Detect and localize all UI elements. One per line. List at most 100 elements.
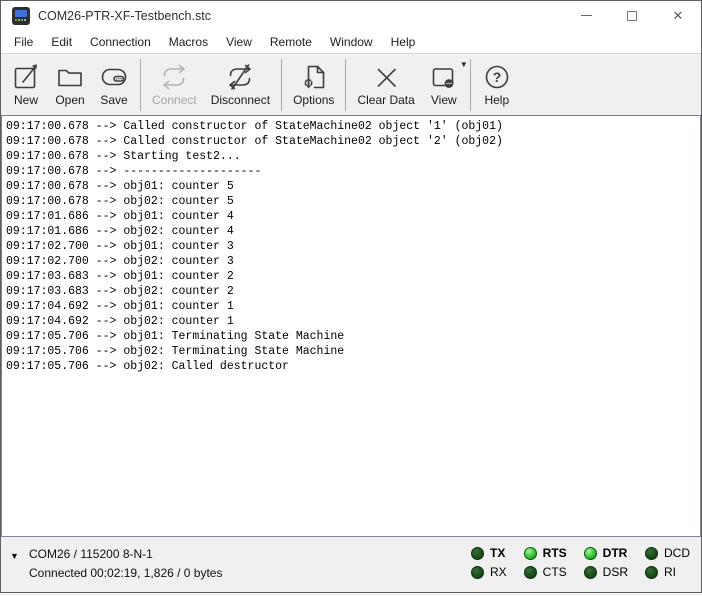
view-button[interactable]: ▼ View: [422, 56, 466, 114]
tx-led-label: TX: [490, 546, 505, 560]
toolbar-separator: [470, 59, 471, 111]
view-window-icon: [429, 62, 459, 92]
title-bar: COM26-PTR-XF-Testbench.stc ✕: [1, 1, 701, 30]
rx-led-label: RX: [490, 565, 507, 579]
toolbar-separator: [281, 59, 282, 111]
connect-button-label: Connect: [152, 93, 197, 107]
open-folder-icon: [55, 62, 85, 92]
clear-data-button[interactable]: Clear Data: [350, 56, 421, 114]
log-line: 09:17:01.686 --> obj02: counter 4: [6, 224, 700, 239]
minimize-icon: [581, 15, 592, 16]
menu-help[interactable]: Help: [382, 32, 425, 52]
dtr-led-icon: [584, 547, 597, 560]
options-button[interactable]: Options: [286, 56, 341, 114]
view-button-label: View: [431, 93, 457, 107]
led-cts: CTS: [524, 565, 567, 579]
led-dtr: DTR: [584, 546, 628, 560]
dsr-led-icon: [584, 566, 597, 579]
rts-led-icon: [524, 547, 537, 560]
log-line: 09:17:02.700 --> obj01: counter 3: [6, 239, 700, 254]
close-button[interactable]: ✕: [655, 1, 701, 30]
menu-connection[interactable]: Connection: [81, 32, 160, 52]
close-icon: ✕: [673, 9, 684, 22]
dtr-led-label: DTR: [603, 546, 628, 560]
disconnect-button[interactable]: Disconnect: [204, 56, 277, 114]
dsr-led-label: DSR: [603, 565, 628, 579]
svg-text:?: ?: [493, 69, 502, 85]
log-line: 09:17:00.678 --> obj01: counter 5: [6, 179, 700, 194]
options-gear-page-icon: [299, 62, 329, 92]
maximize-icon: [627, 11, 637, 21]
connection-status: Connected 00:02:19, 1,826 / 0 bytes: [29, 564, 222, 583]
led-tx: TX: [471, 546, 507, 560]
log-line: 09:17:05.706 --> obj01: Terminating Stat…: [6, 329, 700, 344]
cts-led-icon: [524, 566, 537, 579]
led-dsr: DSR: [584, 565, 628, 579]
log-line: 09:17:00.678 --> Called constructor of S…: [6, 119, 700, 134]
statusbar-expander-icon[interactable]: ▼: [10, 551, 19, 561]
app-window: COM26-PTR-XF-Testbench.stc ✕ File Edit C…: [0, 0, 702, 593]
menu-macros[interactable]: Macros: [160, 32, 217, 52]
log-line: 09:17:00.678 --> obj02: counter 5: [6, 194, 700, 209]
disconnect-arrows-icon: [225, 62, 255, 92]
menu-view[interactable]: View: [217, 32, 261, 52]
menu-window[interactable]: Window: [321, 32, 382, 52]
ri-led-label: RI: [664, 565, 676, 579]
dcd-led-icon: [645, 547, 658, 560]
log-line: 09:17:04.692 --> obj01: counter 1: [6, 299, 700, 314]
options-button-label: Options: [293, 93, 334, 107]
new-button-label: New: [14, 93, 38, 107]
save-button-label: Save: [100, 93, 127, 107]
menu-file[interactable]: File: [5, 32, 42, 52]
log-line: 09:17:00.678 --> Starting test2...: [6, 149, 700, 164]
help-button-label: Help: [484, 93, 509, 107]
save-drive-icon: [99, 62, 129, 92]
rx-led-icon: [471, 566, 484, 579]
toolbar-separator: [345, 59, 346, 111]
led-rts: RTS: [524, 546, 567, 560]
log-line: 09:17:04.692 --> obj02: counter 1: [6, 314, 700, 329]
led-ri: RI: [645, 565, 690, 579]
open-button-label: Open: [55, 93, 84, 107]
led-dcd: DCD: [645, 546, 690, 560]
cts-led-label: CTS: [543, 565, 567, 579]
save-button[interactable]: Save: [92, 56, 136, 114]
led-rx: RX: [471, 565, 507, 579]
rts-led-label: RTS: [543, 546, 567, 560]
disconnect-button-label: Disconnect: [211, 93, 270, 107]
log-line: 09:17:05.706 --> obj02: Called destructo…: [6, 359, 700, 374]
help-button[interactable]: ? Help: [475, 56, 519, 114]
new-button[interactable]: New: [4, 56, 48, 114]
menu-bar: File Edit Connection Macros View Remote …: [1, 30, 701, 53]
led-panel: TX RX RTS CTS DTR DSR: [471, 546, 690, 579]
menu-edit[interactable]: Edit: [42, 32, 81, 52]
ri-led-icon: [645, 566, 658, 579]
connection-info: COM26 / 115200 8-N-1 Connected 00:02:19,…: [29, 545, 222, 592]
connection-summary: COM26 / 115200 8-N-1: [29, 545, 222, 564]
log-line: 09:17:00.678 --> Called constructor of S…: [6, 134, 700, 149]
log-line: 09:17:05.706 --> obj02: Terminating Stat…: [6, 344, 700, 359]
toolbar: New Open Save: [1, 53, 701, 115]
status-bar: ▼ COM26 / 115200 8-N-1 Connected 00:02:1…: [1, 537, 701, 592]
connect-button[interactable]: Connect: [145, 56, 204, 114]
new-document-icon: [11, 62, 41, 92]
tx-led-icon: [471, 547, 484, 560]
dcd-led-label: DCD: [664, 546, 690, 560]
dropdown-caret-icon: ▼: [460, 60, 468, 69]
log-line: 09:17:03.683 --> obj01: counter 2: [6, 269, 700, 284]
clear-x-icon: [371, 62, 401, 92]
connect-arrows-icon: [159, 62, 189, 92]
log-line: 09:17:02.700 --> obj02: counter 3: [6, 254, 700, 269]
log-line: 09:17:01.686 --> obj01: counter 4: [6, 209, 700, 224]
terminal-log[interactable]: 09:17:00.678 --> Called constructor of S…: [1, 115, 701, 537]
open-button[interactable]: Open: [48, 56, 92, 114]
help-question-icon: ?: [482, 62, 512, 92]
window-title: COM26-PTR-XF-Testbench.stc: [38, 9, 211, 23]
clear-data-button-label: Clear Data: [357, 93, 414, 107]
menu-remote[interactable]: Remote: [261, 32, 321, 52]
minimize-button[interactable]: [563, 1, 609, 30]
maximize-button[interactable]: [609, 1, 655, 30]
app-icon: [12, 7, 30, 25]
toolbar-separator: [140, 59, 141, 111]
log-line: 09:17:03.683 --> obj02: counter 2: [6, 284, 700, 299]
